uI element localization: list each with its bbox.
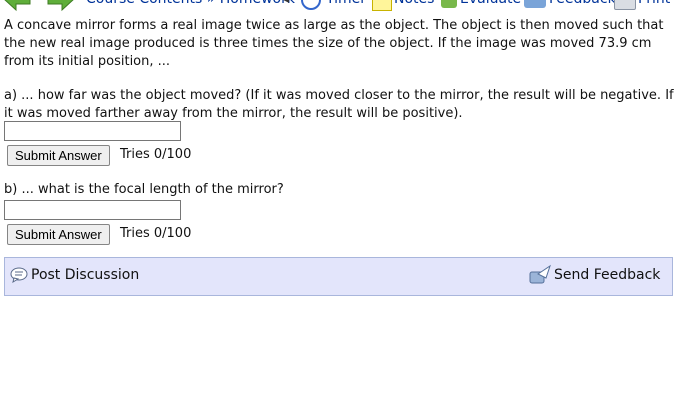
part-b-answer-input[interactable] [4, 200, 181, 220]
back-arrow-icon[interactable] [2, 0, 32, 12]
post-discussion-link[interactable]: Post Discussion [31, 266, 139, 284]
part-a-question: a) ... how far was the object moved? (If… [4, 88, 674, 121]
notes-link[interactable]: Notes [394, 0, 434, 12]
send-feedback-icon[interactable] [528, 264, 552, 286]
part-a-answer-input[interactable] [4, 121, 181, 141]
chevron-left-icon[interactable]: ◂ [282, 0, 289, 12]
part-a-tries: Tries 0/100 [120, 147, 192, 162]
evaluate-link[interactable]: Evaluate [460, 0, 521, 12]
problem-statement: A concave mirror forms a real image twic… [4, 18, 664, 69]
discussion-bar: Post Discussion Send Feedback [4, 257, 673, 296]
top-toolbar: Course Contents » Homework ◂ Timer Notes… [0, 0, 679, 12]
send-feedback-link[interactable]: Send Feedback [554, 266, 660, 284]
speech-bubble-icon[interactable] [10, 267, 28, 283]
breadcrumb[interactable]: Course Contents » Homework [86, 0, 295, 12]
timer-clock-icon[interactable] [301, 0, 321, 10]
print-icon[interactable] [614, 0, 636, 10]
timer-link[interactable]: Timer [326, 0, 366, 12]
part-b-question: b) ... what is the focal length of the m… [4, 182, 284, 197]
evaluate-icon[interactable] [441, 0, 457, 8]
forward-arrow-icon[interactable] [44, 0, 76, 12]
part-a-submit-button[interactable]: Submit Answer [7, 145, 110, 166]
part-b-tries: Tries 0/100 [120, 226, 192, 241]
notes-icon[interactable] [372, 0, 392, 11]
part-b-submit-button[interactable]: Submit Answer [7, 224, 110, 245]
print-link[interactable]: Print [638, 0, 670, 12]
feedback-link[interactable]: Feedback [549, 0, 616, 12]
feedback-icon[interactable] [524, 0, 546, 8]
